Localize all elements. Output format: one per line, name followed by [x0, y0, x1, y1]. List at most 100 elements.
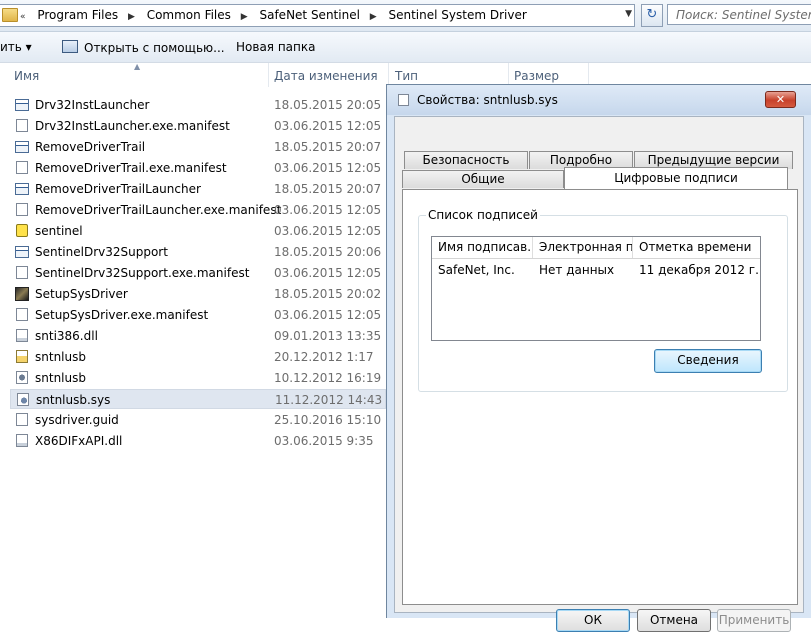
document-icon [16, 308, 28, 321]
file-date: 18.05.2015 20:07 [274, 140, 382, 154]
file-date: 03.06.2015 9:35 [274, 434, 374, 448]
file-name: SetupSysDriver.exe.manifest [35, 308, 209, 322]
cancel-button[interactable]: Отмена [637, 609, 711, 632]
column-header-timestamp[interactable]: Отметка времени [633, 237, 760, 258]
apply-button[interactable]: Применить [717, 609, 791, 632]
folder-icon [2, 8, 18, 22]
file-date: 03.06.2015 12:05 [274, 224, 382, 238]
file-date: 03.06.2015 12:05 [274, 203, 382, 217]
search-input[interactable]: Поиск: Sentinel System D [667, 4, 811, 25]
list-item[interactable]: sntnlusb 20.12.2012 1:17 [10, 347, 386, 367]
file-name: sntnlusb [35, 371, 86, 385]
gear-file-icon [16, 371, 28, 384]
list-item[interactable]: SetupSysDriver 18.05.2015 20:02 [10, 284, 386, 304]
list-item[interactable]: sntnlusb 10.12.2012 16:19 [10, 368, 386, 388]
signature-list-group: Список подписей Имя подписав... Электрон… [418, 208, 788, 392]
chevron-right-icon[interactable]: ▶ [241, 12, 248, 22]
help-file-icon [16, 224, 28, 237]
file-date: 03.06.2015 12:05 [274, 161, 382, 175]
document-icon [16, 203, 28, 216]
file-date: 11.12.2012 14:43 [275, 393, 383, 407]
breadcrumb-item-safenet-sentinel[interactable]: SafeNet Sentinel [259, 8, 359, 22]
new-folder-button[interactable]: Новая папка [236, 40, 315, 54]
column-divider[interactable] [268, 63, 269, 87]
digital-signatures-panel: Список подписей Имя подписав... Электрон… [402, 189, 798, 605]
sort-ascending-icon: ▲ [134, 62, 141, 71]
file-name: RemoveDriverTrail.exe.manifest [35, 161, 227, 175]
list-item[interactable]: SentinelDrv32Support 18.05.2015 20:06 [10, 242, 386, 262]
list-item[interactable]: sentinel 03.06.2015 12:05 [10, 221, 386, 241]
list-item[interactable]: sntnlusb.sys 11.12.2012 14:43 [10, 389, 386, 409]
list-item[interactable]: RemoveDriverTrailLauncher.exe.manifest 03… [10, 200, 386, 220]
column-header-name[interactable]: Имя [14, 63, 39, 89]
properties-dialog: Свойства: sntnlusb.sys ✕ Безопасность По… [386, 84, 811, 632]
cell-signer: SafeNet, Inc. [438, 263, 515, 277]
ok-button[interactable]: ОК [556, 609, 630, 632]
open-with-label: Открыть с помощью... [84, 41, 225, 55]
file-name: Drv32InstLauncher [35, 98, 150, 112]
breadcrumb-item-sentinel-system-driver[interactable]: Sentinel System Driver [389, 8, 527, 22]
dll-icon [16, 434, 28, 447]
setup-exe-icon [15, 287, 29, 301]
dialog-title: Свойства: sntnlusb.sys [417, 93, 558, 107]
refresh-button[interactable]: ↻ [641, 4, 663, 27]
breadcrumb-item-program-files[interactable]: Program Files [37, 8, 118, 22]
list-item[interactable]: X86DIFxAPI.dll 03.06.2015 9:35 [10, 431, 386, 451]
tab-security[interactable]: Безопасность [404, 151, 528, 169]
dialog-body: Безопасность Подробно Предыдущие версии … [394, 116, 804, 632]
list-item[interactable]: SentinelDrv32Support.exe.manifest 03.06.2… [10, 263, 386, 283]
address-bar: « Program Files ▶ Common Files ▶ SafeNet… [0, 0, 811, 32]
file-date: 03.06.2015 12:05 [274, 266, 382, 280]
file-name: Drv32InstLauncher.exe.manifest [35, 119, 230, 133]
signature-list[interactable]: Имя подписав... Электронная п... Отметка… [431, 236, 761, 341]
breadcrumb[interactable]: « Program Files ▶ Common Files ▶ SafeNet… [0, 4, 635, 27]
document-icon [16, 161, 28, 174]
list-item[interactable]: snti386.dll 09.01.2013 13:35 [10, 326, 386, 346]
organize-button[interactable]: ить ▾ [0, 40, 32, 54]
breadcrumb-item-common-files[interactable]: Common Files [147, 8, 231, 22]
file-date: 20.12.2012 1:17 [274, 350, 374, 364]
exe-icon [15, 99, 29, 111]
application-icon [62, 40, 78, 53]
tab-digital-signatures[interactable]: Цифровые подписи [564, 167, 788, 189]
file-name: SetupSysDriver [35, 287, 128, 301]
file-date: 03.06.2015 12:05 [274, 119, 382, 133]
close-icon: ✕ [775, 93, 786, 106]
refresh-icon: ↻ [646, 7, 658, 22]
group-label: Список подписей [426, 208, 540, 222]
chevron-right-icon[interactable]: ▶ [370, 12, 377, 22]
breadcrumb-trail: « Program Files ▶ Common Files ▶ SafeNet… [20, 8, 533, 22]
file-name: RemoveDriverTrailLauncher [35, 182, 201, 196]
file-name: SentinelDrv32Support.exe.manifest [35, 266, 250, 280]
column-header-signer[interactable]: Имя подписав... [432, 237, 533, 258]
cell-timestamp: 11 декабря 2012 г. 1... [639, 263, 760, 277]
file-name: RemoveDriverTrailLauncher.exe.manifest [35, 203, 282, 217]
file-name: snti386.dll [35, 329, 98, 343]
chevron-down-icon[interactable]: ▼ [625, 9, 632, 19]
column-header-date[interactable]: Дата изменения [274, 63, 378, 89]
details-button[interactable]: Сведения [654, 349, 762, 373]
list-item[interactable]: RemoveDriverTrailLauncher 18.05.2015 20:0… [10, 179, 386, 199]
breadcrumb-overflow-icon[interactable]: « [20, 12, 26, 22]
list-item[interactable]: RemoveDriverTrail.exe.manifest 03.06.2015… [10, 158, 386, 178]
file-name: X86DIFxAPI.dll [35, 434, 123, 448]
file-date: 25.10.2016 15:10 [274, 413, 382, 427]
list-item[interactable]: Drv32InstLauncher 18.05.2015 20:05 [10, 95, 386, 115]
column-header-email[interactable]: Электронная п... [533, 237, 633, 258]
close-button[interactable]: ✕ [765, 91, 796, 108]
file-name: sysdriver.guid [35, 413, 119, 427]
list-item[interactable]: RemoveDriverTrail 18.05.2015 20:07 [10, 137, 386, 157]
command-bar: ить ▾ Открыть с помощью... Новая папка [0, 32, 811, 63]
file-date: 10.12.2012 16:19 [274, 371, 382, 385]
list-item[interactable]: Drv32InstLauncher.exe.manifest 03.06.2015… [10, 116, 386, 136]
file-name: sntnlusb [35, 350, 86, 364]
dialog-title-bar[interactable]: Свойства: sntnlusb.sys ✕ [387, 85, 811, 115]
list-item[interactable]: SetupSysDriver.exe.manifest 03.06.2015 12… [10, 305, 386, 325]
open-with-button[interactable]: Открыть с помощью... [62, 40, 225, 55]
exe-icon [15, 246, 29, 258]
file-date: 03.06.2015 12:05 [274, 308, 382, 322]
list-item[interactable]: sysdriver.guid 25.10.2016 15:10 [10, 410, 386, 430]
file-date: 18.05.2015 20:06 [274, 245, 382, 259]
tab-general[interactable]: Общие [402, 170, 564, 188]
chevron-right-icon[interactable]: ▶ [128, 12, 135, 22]
